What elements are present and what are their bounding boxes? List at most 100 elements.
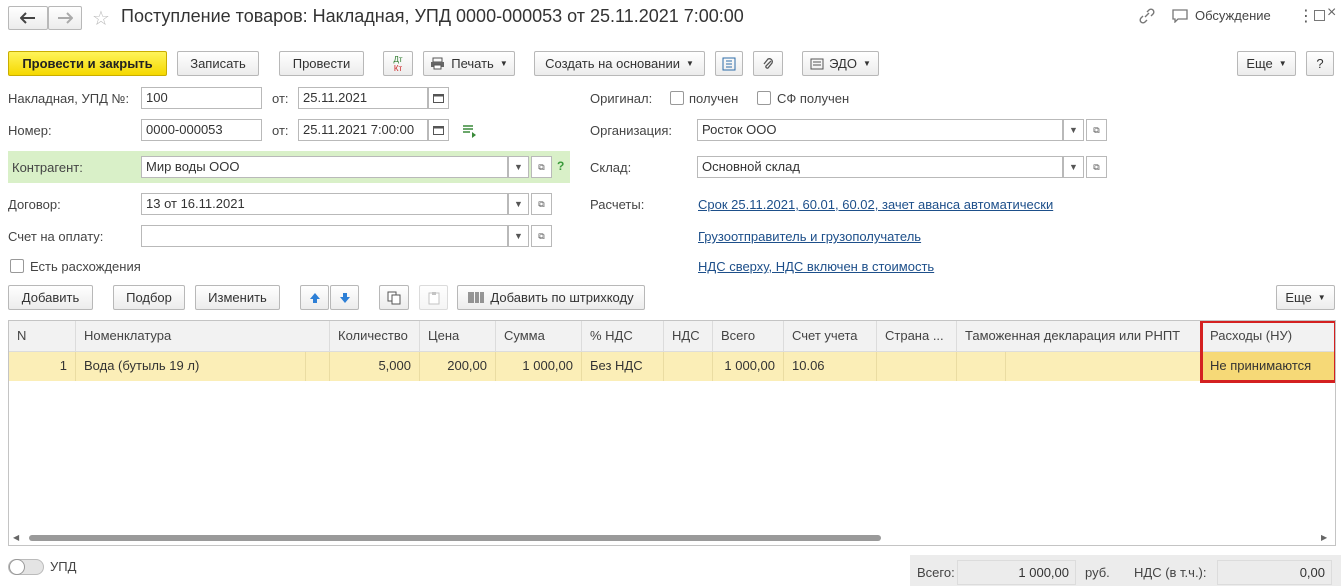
column-header[interactable]: Страна ... bbox=[877, 321, 957, 352]
create-based-on-button[interactable]: Создать на основании ▼ bbox=[534, 51, 705, 76]
chevron-down-icon: ▼ bbox=[514, 199, 523, 209]
back-button[interactable] bbox=[8, 6, 48, 30]
payment-invoice-field[interactable] bbox=[141, 225, 508, 247]
counterparty-field[interactable]: Мир воды ООО bbox=[141, 156, 508, 178]
discussion-link[interactable]: Обсуждение bbox=[1195, 8, 1271, 23]
add-row-button[interactable]: Добавить bbox=[8, 285, 93, 310]
column-header[interactable]: Сумма bbox=[496, 321, 582, 352]
help-button[interactable]: ? bbox=[1306, 51, 1334, 76]
number-date-field[interactable]: 25.11.2021 7:00:00 bbox=[298, 119, 428, 141]
vat-link[interactable]: НДС сверху, НДС включен в стоимость bbox=[698, 259, 934, 274]
paste-rows-button[interactable] bbox=[419, 285, 448, 310]
payment-invoice-dropdown[interactable]: ▼ bbox=[508, 225, 529, 247]
history-icon[interactable] bbox=[462, 124, 478, 141]
discussion-icon[interactable] bbox=[1172, 9, 1188, 26]
nomenclature-extra-cell bbox=[306, 352, 330, 381]
organization-dropdown[interactable]: ▼ bbox=[1063, 119, 1084, 141]
more-button[interactable]: Еще ▼ bbox=[1237, 51, 1296, 76]
discrepancy-checkbox[interactable] bbox=[10, 259, 24, 273]
scrollbar-thumb[interactable] bbox=[29, 535, 881, 541]
window-title: Поступление товаров: Накладная, УПД 0000… bbox=[121, 6, 744, 26]
shipper-consignee-link[interactable]: Грузоотправитель и грузополучатель bbox=[698, 229, 921, 244]
payment-invoice-open-button[interactable]: ⧉ bbox=[531, 225, 552, 247]
table-more-button[interactable]: Еще ▼ bbox=[1276, 285, 1335, 310]
print-button[interactable]: Печать ▼ bbox=[423, 51, 515, 76]
save-button[interactable]: Записать bbox=[177, 51, 259, 76]
warehouse-dropdown[interactable]: ▼ bbox=[1063, 156, 1084, 178]
move-down-button[interactable] bbox=[330, 285, 359, 310]
add-by-barcode-button[interactable]: Добавить по штрихкоду bbox=[457, 285, 645, 310]
copy-rows-button[interactable] bbox=[379, 285, 409, 310]
contract-field[interactable]: 13 от 16.11.2021 bbox=[141, 193, 508, 215]
column-header[interactable]: НДС bbox=[664, 321, 713, 352]
customs-cell[interactable] bbox=[957, 352, 1006, 381]
warehouse-field[interactable]: Основной склад bbox=[697, 156, 1063, 178]
question-icon[interactable]: ? bbox=[557, 159, 564, 173]
attach-button[interactable] bbox=[753, 51, 783, 76]
sf-received-checkbox[interactable] bbox=[757, 91, 771, 105]
account-cell[interactable]: 10.06 bbox=[784, 352, 877, 381]
total-cell[interactable]: 1 000,00 bbox=[713, 352, 784, 381]
vat-cell[interactable] bbox=[664, 352, 713, 381]
country-cell[interactable] bbox=[877, 352, 957, 381]
column-header[interactable]: Номенклатура bbox=[76, 321, 330, 352]
counterparty-dropdown[interactable]: ▼ bbox=[508, 156, 529, 178]
goods-table[interactable]: N Номенклатура Количество Цена Сумма % Н… bbox=[8, 320, 1336, 546]
number-field[interactable]: 0000-000053 bbox=[141, 119, 262, 141]
organization-open-button[interactable]: ⧉ bbox=[1086, 119, 1107, 141]
post-button[interactable]: Провести bbox=[279, 51, 364, 76]
nomenclature-cell[interactable]: Вода (бутыль 19 л) bbox=[76, 352, 306, 381]
edo-icon bbox=[810, 58, 824, 69]
chevron-down-icon: ▼ bbox=[1069, 125, 1078, 135]
calendar-button[interactable] bbox=[428, 87, 449, 109]
vat-rate-cell[interactable]: Без НДС bbox=[582, 352, 664, 381]
maximize-icon[interactable] bbox=[1314, 10, 1325, 21]
move-up-button[interactable] bbox=[300, 285, 329, 310]
close-icon[interactable]: × bbox=[1327, 4, 1336, 22]
forward-button[interactable] bbox=[48, 6, 82, 30]
scroll-left-icon[interactable]: ◀ bbox=[13, 533, 19, 542]
open-form-icon: ⧉ bbox=[538, 198, 545, 209]
column-header[interactable]: Цена bbox=[420, 321, 496, 352]
quantity-cell[interactable]: 5,000 bbox=[330, 352, 420, 381]
chevron-down-icon: ▼ bbox=[1069, 162, 1078, 172]
original-received-label: получен bbox=[689, 91, 739, 106]
invoice-date-field[interactable]: 25.11.2021 bbox=[298, 87, 428, 109]
calendar-icon bbox=[433, 94, 444, 103]
arrow-down-icon bbox=[339, 292, 350, 303]
structure-icon bbox=[722, 57, 736, 70]
copy-icon bbox=[387, 291, 401, 304]
counterparty-open-button[interactable]: ⧉ bbox=[531, 156, 552, 178]
settlements-link[interactable]: Срок 25.11.2021, 60.01, 60.02, зачет ава… bbox=[698, 197, 1053, 212]
favorite-star-icon[interactable]: ☆ bbox=[92, 6, 110, 31]
calendar-button[interactable] bbox=[428, 119, 449, 141]
invoice-number-field[interactable]: 100 bbox=[141, 87, 262, 109]
structure-button[interactable] bbox=[715, 51, 743, 76]
original-received-checkbox[interactable] bbox=[670, 91, 684, 105]
horizontal-scrollbar[interactable]: ◀ ▶ bbox=[9, 531, 1335, 545]
kebab-menu-icon[interactable]: ⋮ bbox=[1298, 6, 1314, 26]
column-header[interactable]: Таможенная декларация или РНПТ bbox=[957, 321, 1202, 352]
selection-button[interactable]: Подбор bbox=[113, 285, 185, 310]
link-icon[interactable] bbox=[1138, 8, 1156, 27]
sum-cell[interactable]: 1 000,00 bbox=[496, 352, 582, 381]
price-cell[interactable]: 200,00 bbox=[420, 352, 496, 381]
column-header[interactable]: % НДС bbox=[582, 321, 664, 352]
warehouse-open-button[interactable]: ⧉ bbox=[1086, 156, 1107, 178]
contract-open-button[interactable]: ⧉ bbox=[531, 193, 552, 215]
edo-label: ЭДО bbox=[829, 56, 857, 71]
edo-button[interactable]: ЭДО ▼ bbox=[802, 51, 879, 76]
column-header[interactable]: N bbox=[9, 321, 76, 352]
calendar-icon bbox=[433, 126, 444, 135]
column-header[interactable]: Счет учета bbox=[784, 321, 877, 352]
upd-toggle[interactable] bbox=[8, 559, 44, 575]
organization-field[interactable]: Росток ООО bbox=[697, 119, 1063, 141]
column-header[interactable]: Количество bbox=[330, 321, 420, 352]
scroll-right-icon[interactable]: ▶ bbox=[1321, 533, 1327, 542]
column-header[interactable]: Всего bbox=[713, 321, 784, 352]
contract-dropdown[interactable]: ▼ bbox=[508, 193, 529, 215]
dt-kt-button[interactable]: Дт Кт bbox=[383, 51, 413, 76]
chevron-down-icon: ▼ bbox=[1278, 59, 1287, 68]
change-button[interactable]: Изменить bbox=[195, 285, 280, 310]
post-and-close-button[interactable]: Провести и закрыть bbox=[8, 51, 167, 76]
